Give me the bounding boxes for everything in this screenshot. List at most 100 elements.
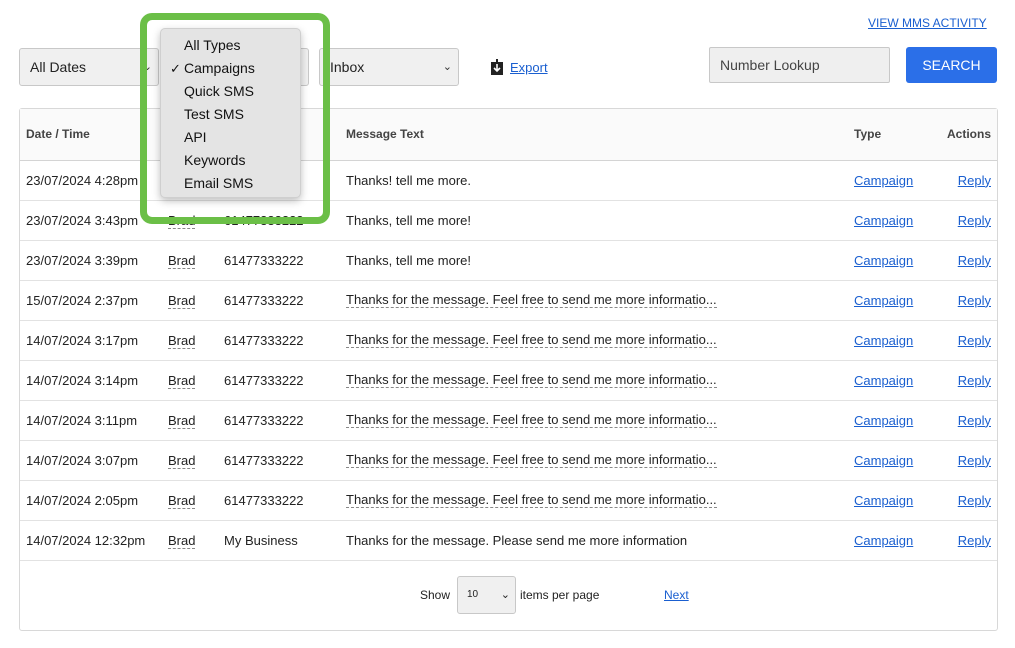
type-option[interactable]: Email SMS	[161, 172, 300, 195]
row-contact-name[interactable]: Brad	[168, 292, 196, 309]
row-reply-link[interactable]: Reply	[958, 253, 991, 268]
folder-filter-value: Inbox	[330, 59, 365, 75]
date-filter-select[interactable]: All Dates ⌄	[19, 48, 159, 86]
row-message: Thanks, tell me more!	[346, 213, 471, 229]
table-cell: Brad	[162, 200, 218, 241]
row-contact-name[interactable]: Brad	[168, 412, 196, 429]
row-type-link[interactable]: Campaign	[854, 253, 913, 268]
row-contact-name[interactable]: Brad	[168, 332, 196, 349]
row-message: Thanks for the message. Please send me m…	[346, 533, 688, 549]
row-reply-link[interactable]: Reply	[958, 293, 991, 308]
table-cell: 23/07/2024 4:28pm	[20, 160, 162, 201]
view-mms-activity-link[interactable]: VIEW MMS ACTIVITY	[868, 16, 987, 30]
row-contact-name[interactable]: Brad	[168, 372, 196, 389]
table-cell: Brad	[162, 480, 218, 521]
search-button[interactable]: SEARCH	[906, 47, 997, 83]
table-cell: Reply	[938, 240, 997, 281]
row-date: 14/07/2024 3:11pm	[26, 412, 138, 428]
row-reply-link[interactable]: Reply	[958, 413, 991, 428]
row-message[interactable]: Thanks for the message. Feel free to sen…	[346, 372, 717, 389]
row-message[interactable]: Thanks for the message. Feel free to sen…	[346, 452, 717, 469]
row-type-link[interactable]: Campaign	[854, 413, 913, 428]
row-date: 14/07/2024 3:14pm	[26, 372, 139, 388]
export-label[interactable]: Export	[510, 60, 548, 75]
type-option[interactable]: All Types	[161, 34, 300, 57]
row-contact-name[interactable]: Brad	[168, 492, 196, 509]
row-reply-link[interactable]: Reply	[958, 213, 991, 228]
type-option[interactable]: Quick SMS	[161, 80, 300, 103]
row-message[interactable]: Thanks for the message. Feel free to sen…	[346, 292, 717, 309]
row-number: 61477333222	[224, 412, 304, 428]
row-type-link[interactable]: Campaign	[854, 453, 913, 468]
row-reply-link[interactable]: Reply	[958, 373, 991, 388]
type-option-label: Test SMS	[184, 106, 244, 122]
table-row: 14/07/2024 12:32pm Brad My Business Thanks …	[20, 520, 997, 561]
table-cell: Campaign	[848, 200, 938, 241]
row-type-link[interactable]: Campaign	[854, 533, 913, 548]
row-reply-link[interactable]: Reply	[958, 493, 991, 508]
row-number: 61477333222	[224, 292, 304, 308]
number-lookup-input[interactable]	[709, 47, 890, 83]
next-page-link[interactable]: Next	[664, 588, 689, 602]
type-option-label: All Types	[184, 37, 241, 53]
table-cell: Campaign	[848, 280, 938, 321]
chevron-down-icon: ⌄	[142, 61, 152, 73]
row-contact-name[interactable]: Brad	[168, 452, 196, 469]
row-type-link[interactable]: Campaign	[854, 493, 913, 508]
type-option-label: API	[184, 129, 207, 145]
type-option[interactable]: Test SMS	[161, 103, 300, 126]
column-header-message: Message Text	[340, 109, 848, 161]
row-contact-name[interactable]: Brad	[168, 212, 196, 229]
row-date: 14/07/2024 2:05pm	[26, 492, 139, 508]
table-cell: 14/07/2024 2:05pm	[20, 480, 162, 521]
row-type-link[interactable]: Campaign	[854, 213, 913, 228]
items-per-page-label: items per page	[520, 588, 600, 602]
type-option-label: Quick SMS	[184, 83, 255, 99]
table-cell: 14/07/2024 3:17pm	[20, 320, 162, 361]
table-cell: 23/07/2024 3:39pm	[20, 240, 162, 281]
type-option[interactable]: Keywords	[161, 149, 300, 172]
table-cell: Brad	[162, 280, 218, 321]
chevron-down-icon: ⌄	[500, 589, 510, 601]
table-cell: Thanks for the message. Please send me m…	[340, 520, 848, 561]
row-contact-name[interactable]: Brad	[168, 252, 196, 269]
row-number: 61477333222	[224, 332, 304, 348]
row-number: My Business	[224, 532, 298, 548]
type-option-label: Email SMS	[184, 175, 254, 191]
table-cell: Campaign	[848, 440, 938, 481]
table-cell: 14/07/2024 12:32pm	[20, 520, 162, 561]
folder-filter-select[interactable]: Inbox ⌄	[319, 48, 459, 86]
row-reply-link[interactable]: Reply	[958, 333, 991, 348]
type-option[interactable]: ✓ Campaigns	[161, 57, 300, 80]
row-reply-link[interactable]: Reply	[958, 173, 991, 188]
table-cell: Reply	[938, 480, 997, 521]
checkmark-icon: ✓	[170, 61, 181, 76]
table-cell: 23/07/2024 3:43pm	[20, 200, 162, 241]
row-message[interactable]: Thanks for the message. Feel free to sen…	[346, 492, 717, 509]
type-dropdown-menu: All Types ✓ Campaigns Quick SMS Test SMS API K…	[160, 28, 301, 198]
row-message[interactable]: Thanks for the message. Feel free to sen…	[346, 332, 717, 349]
table-cell: 61477333222	[218, 200, 340, 241]
items-per-page-select[interactable]: 10 ⌄	[457, 576, 516, 614]
table-cell: 15/07/2024 2:37pm	[20, 280, 162, 321]
row-number: 61477333222	[224, 372, 304, 388]
table-cell: Thanks! tell me more.	[340, 160, 848, 201]
row-message: Thanks, tell me more!	[346, 253, 471, 269]
table-cell: My Business	[218, 520, 340, 561]
type-option[interactable]: API	[161, 126, 300, 149]
table-cell: Thanks for the message. Feel free to sen…	[340, 360, 848, 401]
table-cell: Reply	[938, 520, 997, 561]
row-reply-link[interactable]: Reply	[958, 533, 991, 548]
export-link[interactable]: Export	[491, 59, 548, 75]
row-contact-name[interactable]: Brad	[168, 532, 196, 549]
pagination: Show 10 ⌄ items per page Next	[20, 576, 997, 614]
row-type-link[interactable]: Campaign	[854, 333, 913, 348]
row-type-link[interactable]: Campaign	[854, 173, 913, 188]
table-cell: 61477333222	[218, 400, 340, 441]
table-cell: Thanks for the message. Feel free to sen…	[340, 440, 848, 481]
row-reply-link[interactable]: Reply	[958, 453, 991, 468]
row-message[interactable]: Thanks for the message. Feel free to sen…	[346, 412, 717, 429]
row-type-link[interactable]: Campaign	[854, 293, 913, 308]
row-type-link[interactable]: Campaign	[854, 373, 913, 388]
table-cell: Reply	[938, 280, 997, 321]
